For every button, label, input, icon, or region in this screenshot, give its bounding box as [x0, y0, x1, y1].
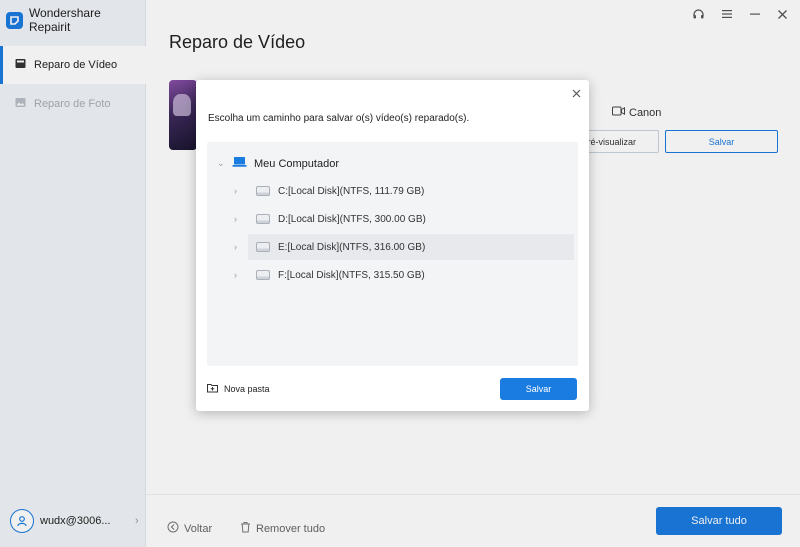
drive-label: F:[Local Disk](NTFS, 315.50 GB)	[278, 269, 425, 281]
chevron-down-icon[interactable]: ⌄	[217, 158, 225, 169]
disk-icon	[256, 270, 270, 280]
chevron-right-icon[interactable]: ›	[234, 214, 242, 224]
chevron-right-icon[interactable]: ›	[234, 270, 242, 280]
tree-root-my-computer[interactable]: ⌄ Meu Computador	[217, 156, 339, 171]
chevron-right-icon[interactable]: ›	[234, 186, 242, 196]
new-folder-label: Nova pasta	[224, 384, 270, 394]
dialog-save-button[interactable]: Salvar	[500, 378, 577, 400]
drive-item-c[interactable]: › C:[Local Disk](NTFS, 111.79 GB)	[234, 178, 574, 204]
new-folder-button[interactable]: Nova pasta	[207, 383, 270, 395]
drive-label: D:[Local Disk](NTFS, 300.00 GB)	[278, 213, 426, 225]
folder-tree: ⌄ Meu Computador › C:[Local Disk](NTFS, …	[207, 142, 578, 366]
new-folder-icon	[207, 383, 218, 395]
drive-item-e[interactable]: › E:[Local Disk](NTFS, 316.00 GB)	[234, 234, 574, 260]
disk-icon	[256, 214, 270, 224]
drive-label: E:[Local Disk](NTFS, 316.00 GB)	[278, 241, 426, 253]
tree-root-label: Meu Computador	[254, 157, 339, 170]
save-path-dialog: Escolha um caminho para salvar o(s) víde…	[196, 80, 589, 411]
drive-item-f[interactable]: › F:[Local Disk](NTFS, 315.50 GB)	[234, 262, 574, 288]
drive-label: C:[Local Disk](NTFS, 111.79 GB)	[278, 185, 425, 197]
chevron-right-icon[interactable]: ›	[234, 242, 242, 252]
drive-item-d[interactable]: › D:[Local Disk](NTFS, 300.00 GB)	[234, 206, 574, 232]
dialog-close-icon[interactable]	[569, 86, 583, 100]
disk-icon	[256, 242, 270, 252]
computer-icon	[232, 156, 247, 171]
dialog-message: Escolha um caminho para salvar o(s) víde…	[208, 113, 470, 124]
disk-icon	[256, 186, 270, 196]
